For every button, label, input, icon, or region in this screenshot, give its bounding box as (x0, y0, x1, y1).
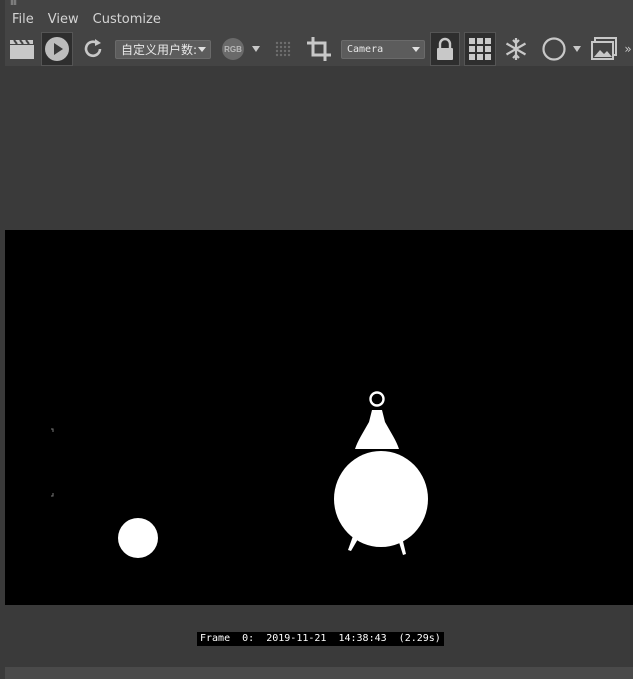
channel-display-dropdown[interactable]: 自定义用户数: (115, 40, 211, 59)
view-select-dropdown[interactable]: Camera (341, 40, 425, 59)
menu-view[interactable]: View (48, 12, 79, 27)
channel-display-value: 自定义用户数: (121, 43, 198, 57)
region-marker (51, 428, 54, 497)
rgb-chevron-down-icon[interactable] (250, 32, 262, 66)
grip-icon[interactable]: ıııı (10, 0, 17, 8)
rgb-icon[interactable]: RGB (219, 32, 247, 66)
chevron-down-icon (412, 47, 420, 52)
chevron-down-icon (198, 47, 206, 52)
frame-stamp: Frame 0: 2019-11-21 14:38:43 (2.29s) (197, 632, 444, 646)
play-icon[interactable] (41, 32, 73, 66)
view-select-value: Camera (347, 44, 384, 55)
menu-bar: File View Customize (5, 8, 633, 30)
dot-grid-icon[interactable] (271, 32, 295, 66)
rgb-label: RGB (224, 45, 242, 54)
render-image (51, 391, 428, 558)
viewport-margin-top (5, 66, 633, 230)
lock-icon[interactable] (430, 32, 460, 66)
clapperboard-icon[interactable] (7, 32, 37, 66)
menu-customize[interactable]: Customize (93, 12, 161, 27)
image-icon[interactable] (589, 32, 619, 66)
toolbar: 自定义用户数: RGB Camera » (5, 32, 633, 66)
menu-file[interactable]: File (12, 12, 34, 27)
render-view[interactable] (5, 230, 633, 605)
snowflake-icon[interactable] (501, 32, 531, 66)
circle-icon[interactable] (539, 32, 569, 66)
status-bar (5, 667, 633, 679)
lamp-object (334, 391, 428, 555)
more-tools-icon[interactable]: » (623, 32, 633, 66)
grid-icon[interactable] (464, 32, 496, 66)
crop-icon[interactable] (303, 32, 335, 66)
refresh-icon[interactable] (79, 32, 107, 66)
circle-chevron-down-icon[interactable] (570, 32, 584, 66)
sphere-object (118, 518, 158, 558)
